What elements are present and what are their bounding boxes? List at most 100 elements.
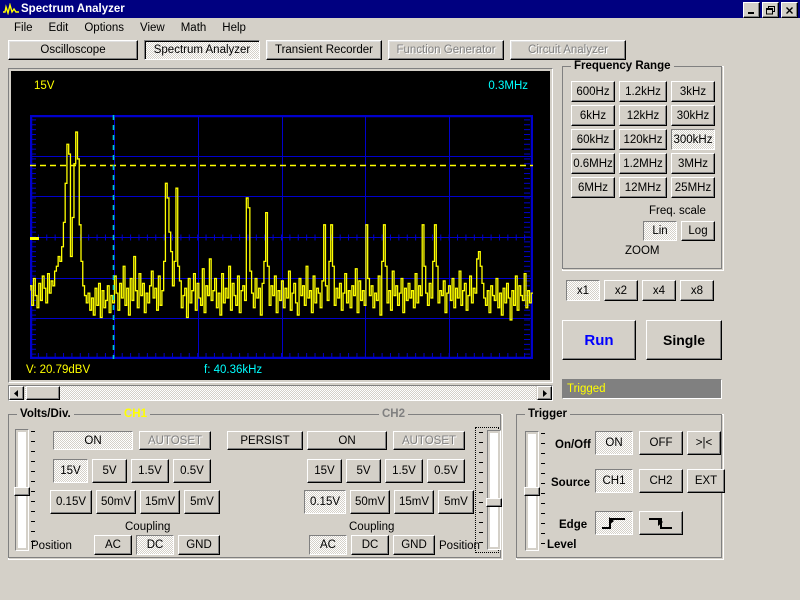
- ch1-range-0-15v[interactable]: 0.15V: [50, 490, 92, 514]
- scroll-left-arrow-icon[interactable]: [9, 386, 24, 400]
- freq-6khz[interactable]: 6kHz: [571, 105, 615, 126]
- ch2-range-0-15v[interactable]: 0.15V: [304, 490, 346, 514]
- trigger-edge-label: Edge: [559, 519, 588, 531]
- mode-function-generator: Function Generator: [388, 40, 504, 60]
- trigger-center-button[interactable]: >|<: [687, 431, 721, 455]
- single-button[interactable]: Single: [646, 320, 722, 360]
- trigger-edge-falling[interactable]: [639, 511, 683, 535]
- zoom-x8[interactable]: x8: [680, 280, 714, 301]
- menu-help[interactable]: Help: [214, 20, 254, 36]
- freq-scale-log[interactable]: Log: [681, 221, 715, 241]
- maximize-button[interactable]: [762, 2, 779, 18]
- trigger-group: Trigger On/Off ON OFF >|< Source CH1 CH2…: [516, 408, 725, 560]
- ch2-coupling-dc[interactable]: DC: [351, 535, 389, 555]
- freq-1-2khz[interactable]: 1.2kHz: [619, 81, 667, 102]
- freq-12mhz[interactable]: 12MHz: [619, 177, 667, 198]
- zoom-x1[interactable]: x1: [566, 280, 600, 301]
- trigger-level-slider[interactable]: [524, 431, 547, 551]
- menu-view[interactable]: View: [132, 20, 173, 36]
- ch1-range-50mv[interactable]: 50mV: [96, 490, 136, 514]
- ch1-range-1-5v[interactable]: 1.5V: [131, 459, 169, 483]
- ch1-slider-thumb[interactable]: [14, 487, 30, 496]
- ch2-label: CH2: [379, 408, 409, 420]
- ch2-range-15mv[interactable]: 15mV: [394, 490, 434, 514]
- menu-file[interactable]: File: [6, 20, 41, 36]
- freq-scale-label: Freq. scale: [649, 205, 706, 217]
- ch2-coupling-ac[interactable]: AC: [309, 535, 347, 555]
- ch1-coupling-ac[interactable]: AC: [94, 535, 132, 555]
- zoom-label: ZOOM: [625, 245, 660, 257]
- ch2-position-slider[interactable]: [479, 430, 502, 550]
- freq-60khz[interactable]: 60kHz: [571, 129, 615, 150]
- trigger-slider-thumb[interactable]: [524, 487, 540, 496]
- zoom-x2[interactable]: x2: [604, 280, 638, 301]
- trigger-source-label: Source: [551, 477, 590, 489]
- minimize-button[interactable]: [743, 2, 760, 18]
- trigger-on-button[interactable]: ON: [595, 431, 633, 455]
- ch2-range-15v[interactable]: 15V: [307, 459, 342, 483]
- freq-600hz[interactable]: 600Hz: [571, 81, 615, 102]
- ch2-coupling-gnd[interactable]: GND: [393, 535, 435, 555]
- ch1-coupling-gnd[interactable]: GND: [178, 535, 220, 555]
- zoom-x4[interactable]: x4: [642, 280, 676, 301]
- trigger-edge-rising[interactable]: [595, 511, 633, 535]
- menu-edit[interactable]: Edit: [41, 20, 77, 36]
- mode-transient-recorder[interactable]: Transient Recorder: [266, 40, 382, 60]
- freq-25mhz[interactable]: 25MHz: [671, 177, 715, 198]
- trigger-slider-ticks: [541, 431, 547, 551]
- ch1-on-button[interactable]: ON: [53, 431, 133, 450]
- ch2-range-0-5v[interactable]: 0.5V: [427, 459, 465, 483]
- freq-scale-lin[interactable]: Lin: [643, 221, 677, 241]
- ch1-range-5mv[interactable]: 5mV: [184, 490, 220, 514]
- rising-edge-icon: [602, 517, 625, 529]
- trigger-level-label: Level: [547, 539, 577, 551]
- trigger-source-ch1[interactable]: CH1: [595, 469, 633, 493]
- display-hscrollbar[interactable]: [8, 385, 553, 401]
- ch2-range-50mv[interactable]: 50mV: [350, 490, 390, 514]
- trigger-title: Trigger: [525, 408, 570, 420]
- spectrum-display[interactable]: 15V 0.3MHz V: 20.79dBV f: 40.36kHz: [11, 71, 550, 380]
- ch2-slider-thumb[interactable]: [486, 498, 502, 507]
- ch2-range-5v[interactable]: 5V: [346, 459, 381, 483]
- ch1-coupling-dc[interactable]: DC: [136, 535, 174, 555]
- hscrollbar-thumb[interactable]: [26, 386, 60, 400]
- spectrum-analyzer-window: Spectrum Analyzer File Edit Options View…: [0, 0, 800, 600]
- freq-30khz[interactable]: 30kHz: [671, 105, 715, 126]
- freq-1-2mhz[interactable]: 1.2MHz: [619, 153, 667, 174]
- hscrollbar-track[interactable]: [25, 386, 536, 400]
- run-button[interactable]: Run: [562, 320, 636, 360]
- mode-toolbar: Oscilloscope Spectrum Analyzer Transient…: [0, 40, 800, 64]
- ch1-range-0-5v[interactable]: 0.5V: [173, 459, 211, 483]
- ch1-range-15v[interactable]: 15V: [53, 459, 88, 483]
- menu-options[interactable]: Options: [76, 20, 132, 36]
- ch1-range-5v[interactable]: 5V: [92, 459, 127, 483]
- ch2-position-label: Position: [439, 540, 480, 552]
- trigger-off-button[interactable]: OFF: [639, 431, 683, 455]
- frequency-span-label: 0.3MHz: [488, 80, 528, 92]
- ch1-range-15mv[interactable]: 15mV: [140, 490, 180, 514]
- scroll-right-arrow-icon[interactable]: [537, 386, 552, 400]
- ch2-on-button[interactable]: ON: [307, 431, 387, 450]
- trigger-source-ext[interactable]: EXT: [687, 469, 725, 493]
- freq-3mhz[interactable]: 3MHz: [671, 153, 715, 174]
- freq-300khz[interactable]: 300kHz: [671, 129, 715, 150]
- run-button-label: Run: [584, 331, 614, 349]
- trigger-source-ch2[interactable]: CH2: [639, 469, 683, 493]
- ch1-position-slider[interactable]: [14, 429, 37, 551]
- freq-120khz[interactable]: 120kHz: [619, 129, 667, 150]
- ch2-slider-ticks: [479, 430, 485, 550]
- ch2-range-1-5v[interactable]: 1.5V: [385, 459, 423, 483]
- ch1-position-label: Position: [31, 540, 72, 552]
- freq-0-6mhz[interactable]: 0.6MHz: [571, 153, 615, 174]
- freq-12khz[interactable]: 12kHz: [619, 105, 667, 126]
- close-button[interactable]: [781, 2, 798, 18]
- freq-3khz[interactable]: 3kHz: [671, 81, 715, 102]
- persist-button[interactable]: PERSIST: [227, 431, 303, 450]
- freq-6mhz[interactable]: 6MHz: [571, 177, 615, 198]
- display-frame: 15V 0.3MHz V: 20.79dBV f: 40.36kHz: [8, 68, 553, 383]
- ch1-label: CH1: [121, 408, 151, 420]
- mode-spectrum-analyzer[interactable]: Spectrum Analyzer: [144, 40, 260, 60]
- ch2-range-5mv[interactable]: 5mV: [438, 490, 474, 514]
- menu-math[interactable]: Math: [173, 20, 215, 36]
- mode-oscilloscope[interactable]: Oscilloscope: [8, 40, 138, 60]
